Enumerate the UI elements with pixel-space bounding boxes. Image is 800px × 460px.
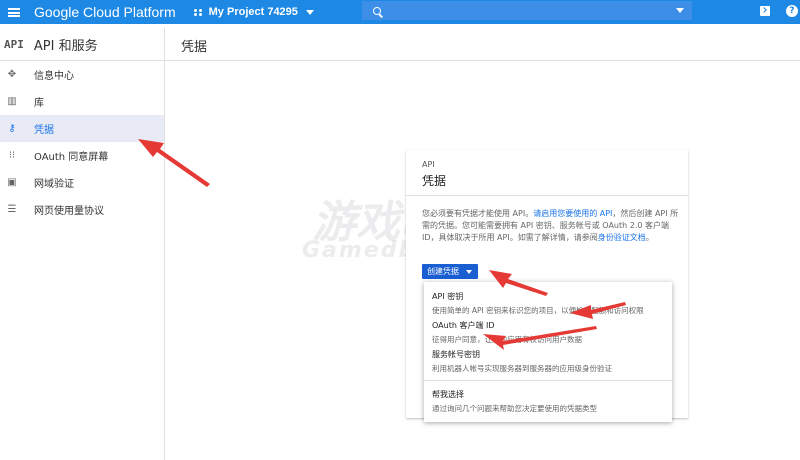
create-credentials-menu: API 密钥 使用简单的 API 密钥来标识您的项目，以便检查配额和访问权限 O…: [424, 282, 672, 422]
menu-item-subtitle: 利用机器人帐号实现服务器到服务器的应用级身份验证: [432, 364, 612, 373]
consent-icon: ⁝⁝: [8, 150, 16, 161]
help-icon[interactable]: ?: [786, 5, 798, 17]
desc-text: 您必须要有凭据才能使用 API。: [422, 209, 534, 218]
sidebar-item-domain-verification[interactable]: ▣ 网域验证: [0, 169, 164, 196]
top-app-bar: Google Cloud Platform My Project 74295 ?: [0, 0, 800, 24]
enable-api-link[interactable]: 请启用您要使用的 API: [533, 209, 612, 218]
menu-item-service-account-key[interactable]: 服务帐号密钥 利用机器人帐号实现服务器到服务器的应用级身份验证: [432, 349, 612, 374]
cloud-shell-icon[interactable]: [760, 6, 770, 16]
dashboard-icon: ✥: [7, 69, 17, 80]
menu-item-subtitle: 通过询问几个问题来帮助您决定要使用的凭据类型: [432, 404, 597, 413]
divider: [424, 380, 672, 381]
chevron-down-icon: [466, 269, 472, 274]
sidebar-item-library[interactable]: ▥ 库: [0, 88, 164, 115]
brand-title[interactable]: Google Cloud Platform: [34, 4, 176, 20]
sidebar-item-dashboard[interactable]: ✥ 信息中心: [0, 61, 164, 88]
settings-list-icon: ☰: [7, 204, 17, 215]
sidebar-item-label: 凭据: [34, 125, 54, 136]
menu-item-title: API 密钥: [432, 292, 464, 301]
sidebar-item-oauth-consent[interactable]: ⁝⁝ OAuth 同意屏幕: [0, 142, 164, 169]
menu-item-subtitle: 使用简单的 API 密钥来标识您的项目，以便检查配额和访问权限: [432, 306, 644, 315]
sidebar-item-page-usage[interactable]: ☰ 网页使用量协议: [0, 196, 164, 223]
search-input[interactable]: [362, 1, 692, 20]
page-title: 凭据: [181, 40, 208, 55]
auth-docs-link[interactable]: 身份验证文档: [598, 233, 646, 242]
create-credentials-label: 创建凭据: [427, 267, 459, 276]
menu-item-api-key[interactable]: API 密钥 使用简单的 API 密钥来标识您的项目，以便检查配额和访问权限: [432, 291, 644, 316]
sidebar-item-label: 库: [34, 98, 44, 109]
create-credentials-button[interactable]: 创建凭据: [422, 264, 478, 279]
menu-item-title: OAuth 客户端 ID: [432, 321, 495, 330]
menu-item-title: 服务帐号密钥: [432, 350, 480, 359]
card-title: 凭据: [422, 174, 447, 188]
desc-text: 。: [645, 233, 654, 242]
divider: [406, 195, 688, 196]
sidebar-item-credentials[interactable]: ⚷ 凭据: [0, 115, 164, 142]
domain-icon: ▣: [7, 177, 17, 188]
menu-item-title: 帮我选择: [432, 390, 464, 399]
search-icon: [373, 6, 381, 15]
api-logo-icon: API: [4, 37, 24, 51]
menu-item-oauth-client-id[interactable]: OAuth 客户端 ID 征得用户同意，让您的应用有权访问用户数据: [432, 320, 582, 345]
card-overline: API: [422, 160, 435, 169]
sidebar-item-label: 网域验证: [34, 179, 74, 190]
project-selector[interactable]: My Project 74295: [193, 6, 314, 18]
menu-icon[interactable]: [2, 0, 26, 24]
page-header: 凭据: [165, 28, 800, 61]
library-icon: ▥: [7, 96, 17, 107]
sidebar-item-label: OAuth 同意屏幕: [34, 152, 109, 163]
menu-item-help-me-choose[interactable]: 帮我选择 通过询问几个问题来帮助您决定要使用的凭据类型: [432, 389, 597, 414]
chevron-down-icon[interactable]: [676, 8, 684, 13]
menu-item-subtitle: 征得用户同意，让您的应用有权访问用户数据: [432, 335, 582, 344]
project-dots-icon: [193, 8, 203, 16]
sidebar-item-label: 网页使用量协议: [34, 206, 104, 217]
sidebar-item-label: 信息中心: [34, 71, 74, 82]
sidebar-header: API API 和服务: [0, 28, 164, 61]
sidebar: API API 和服务 ✥ 信息中心 ▥ 库 ⚷ 凭据 ⁝⁝ OAuth 同意屏…: [0, 28, 165, 460]
project-name: My Project 74295: [208, 6, 298, 18]
card-description: 您必须要有凭据才能使用 API。请启用您要使用的 API，然后创建 API 所需…: [422, 208, 684, 244]
chevron-down-icon: [305, 9, 314, 15]
sidebar-title: API 和服务: [33, 38, 98, 54]
key-icon: ⚷: [8, 123, 16, 134]
